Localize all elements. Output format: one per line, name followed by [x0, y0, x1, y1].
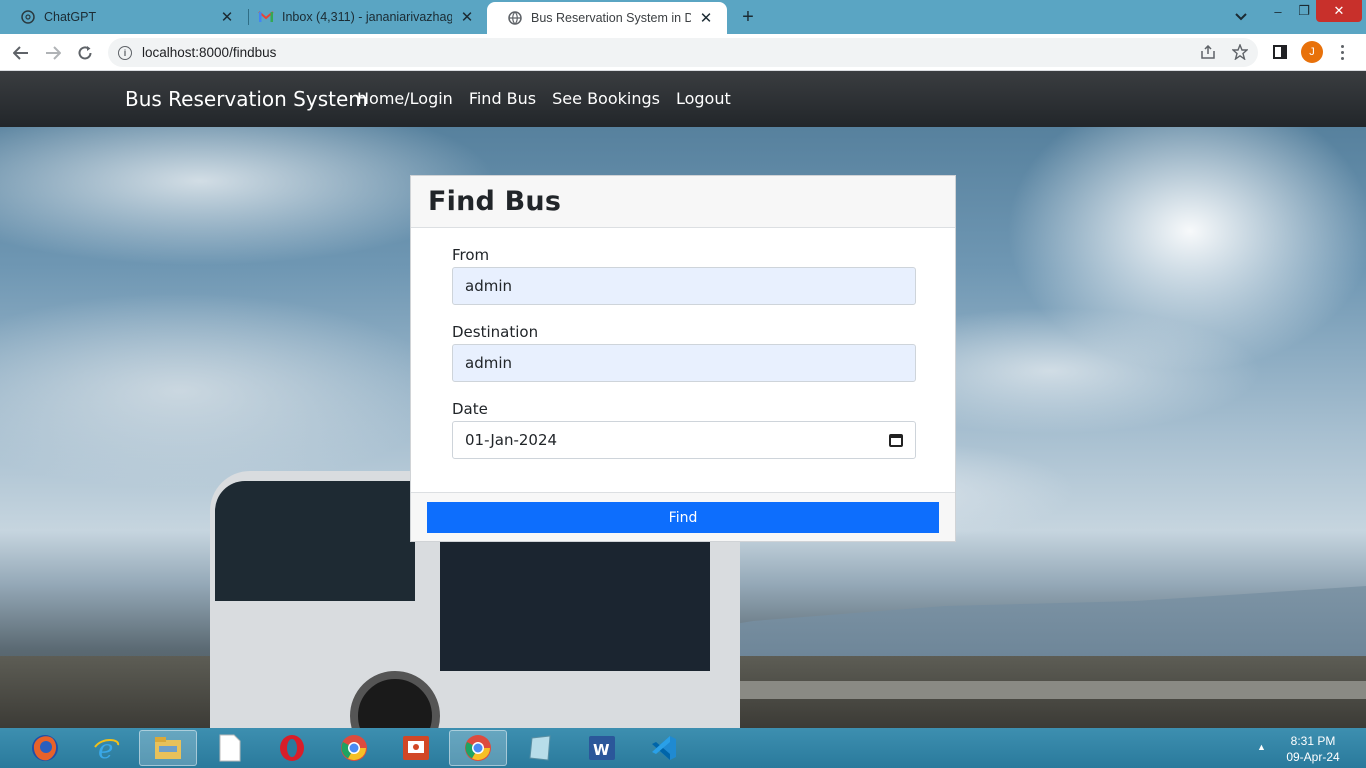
reload-icon[interactable] — [72, 40, 98, 66]
nav-find-bus[interactable]: Find Bus — [469, 89, 536, 108]
share-icon[interactable] — [1196, 40, 1220, 64]
file-explorer-icon[interactable] — [139, 730, 197, 766]
from-input[interactable]: admin — [452, 267, 916, 305]
windows-taskbar: e W ▲ 8:31 PM 09-Apr-24 — [0, 728, 1366, 768]
document-icon[interactable] — [201, 730, 259, 766]
star-icon[interactable] — [1228, 40, 1252, 64]
site-navbar: Bus Reservation System Home/Login Find B… — [0, 71, 1366, 127]
profile-avatar[interactable]: J — [1301, 41, 1323, 63]
system-clock[interactable]: 8:31 PM 09-Apr-24 — [1278, 733, 1348, 765]
gmail-icon — [258, 9, 274, 25]
tab-gmail[interactable]: Inbox (4,311) - jananiarivazhagan ✕ — [238, 0, 488, 34]
browser-tab-strip: ChatGPT ✕ Inbox (4,311) - jananiarivazha… — [0, 0, 1366, 34]
tray-chevron-up-icon[interactable]: ▲ — [1257, 742, 1266, 752]
chatgpt-icon — [20, 9, 36, 25]
tab-title: Bus Reservation System in Djang — [531, 11, 691, 25]
word-icon[interactable]: W — [573, 730, 631, 766]
nav-see-bookings[interactable]: See Bookings — [552, 89, 660, 108]
clock-time: 8:31 PM — [1290, 734, 1336, 748]
browser-toolbar: i localhost:8000/findbus J — [0, 34, 1366, 71]
card-footer: Find — [411, 492, 955, 541]
bus-window — [215, 481, 415, 601]
restore-button[interactable]: ❐ — [1290, 0, 1318, 22]
tab-bus-reservation[interactable]: Bus Reservation System in Djang ✕ — [487, 2, 727, 34]
opera-icon[interactable] — [263, 730, 321, 766]
globe-icon — [507, 10, 523, 26]
info-icon[interactable]: i — [118, 45, 132, 60]
find-button[interactable]: Find — [427, 502, 939, 533]
card-header: Find Bus — [411, 176, 955, 228]
chrome-icon[interactable] — [325, 730, 383, 766]
firefox-icon[interactable] — [16, 730, 74, 766]
tab-title: ChatGPT — [44, 10, 97, 24]
calendar-icon[interactable] — [889, 433, 903, 447]
bus-windshield — [440, 531, 710, 671]
date-input[interactable]: 01-Jan-2024 — [452, 421, 916, 459]
close-icon[interactable]: ✕ — [697, 9, 715, 27]
more-menu-icon[interactable] — [1334, 41, 1350, 63]
tab-chatgpt[interactable]: ChatGPT ✕ — [0, 0, 248, 34]
nav-links: Home/Login Find Bus See Bookings Logout — [357, 89, 731, 108]
vscode-icon[interactable] — [635, 730, 693, 766]
close-icon[interactable]: ✕ — [458, 8, 476, 26]
date-value: 01-Jan-2024 — [465, 431, 558, 449]
page-viewport: Bus Reservation System Home/Login Find B… — [0, 71, 1366, 728]
find-bus-card: Find Bus From admin Destination admin Da… — [410, 175, 956, 542]
card-body: From admin Destination admin Date 01-Jan… — [452, 228, 916, 459]
from-label: From — [452, 246, 490, 264]
window-close-button[interactable]: ✕ — [1316, 0, 1362, 22]
destination-label: Destination — [452, 323, 539, 341]
forward-arrow-icon[interactable] — [40, 40, 66, 66]
destination-input[interactable]: admin — [452, 344, 916, 382]
notepad-icon[interactable] — [511, 730, 569, 766]
close-icon[interactable]: ✕ — [218, 8, 236, 26]
background-road — [700, 681, 1366, 699]
svg-text:W: W — [593, 741, 610, 759]
chrome-active-icon[interactable] — [449, 730, 507, 766]
back-arrow-icon[interactable] — [8, 40, 34, 66]
url-text: localhost:8000/findbus — [142, 45, 277, 60]
side-panel-icon[interactable] — [1268, 40, 1292, 64]
date-label: Date — [452, 400, 488, 418]
nav-logout[interactable]: Logout — [676, 89, 731, 108]
tab-title: Inbox (4,311) - jananiarivazhagan — [282, 10, 452, 24]
internet-explorer-icon[interactable]: e — [78, 730, 136, 766]
minimize-button[interactable]: – — [1264, 0, 1292, 22]
chevron-down-icon[interactable] — [1230, 7, 1252, 27]
site-brand[interactable]: Bus Reservation System — [125, 87, 368, 111]
powerpoint-icon[interactable] — [387, 730, 445, 766]
clock-date: 09-Apr-24 — [1286, 750, 1340, 764]
card-title: Find Bus — [428, 186, 562, 217]
nav-home-login[interactable]: Home/Login — [357, 89, 453, 108]
address-bar[interactable]: i localhost:8000/findbus — [108, 38, 1258, 67]
new-tab-button[interactable]: + — [736, 6, 760, 28]
